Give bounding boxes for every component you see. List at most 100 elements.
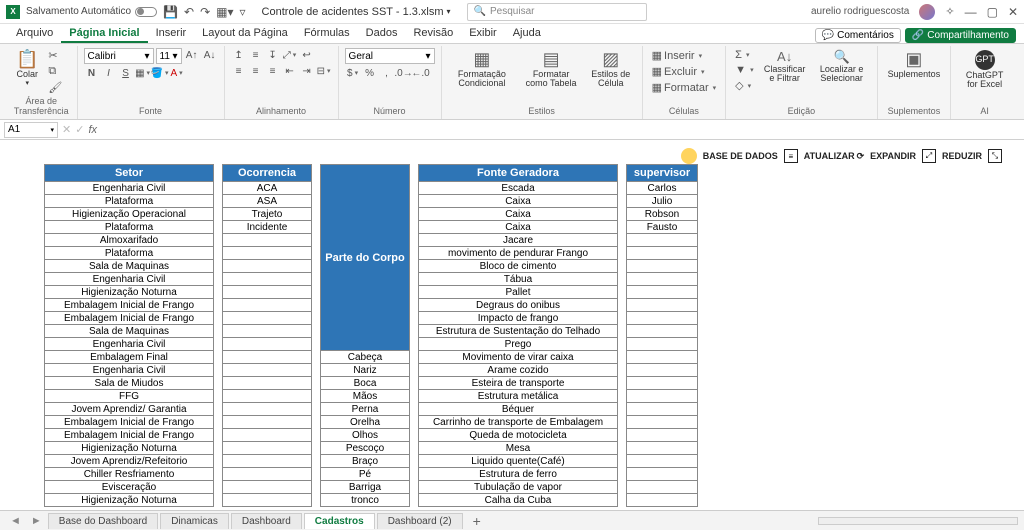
table-cell[interactable]: Plataforma	[45, 221, 214, 234]
file-name[interactable]: Controle de acidentes SST - 1.3.xlsm▾	[262, 6, 451, 18]
table-cell[interactable]: Carlos	[627, 182, 698, 195]
table-cell[interactable]: Caixa	[419, 221, 618, 234]
table-cell[interactable]: tronco	[321, 494, 410, 507]
table-cell[interactable]: Jovem Aprendiz/ Garantia	[45, 403, 214, 416]
table-cell[interactable]	[627, 286, 698, 299]
table-cell[interactable]: Incidente	[223, 221, 312, 234]
indent-dec-icon[interactable]: ⇤	[282, 64, 298, 78]
table-cell[interactable]: Estrutura de Sustentação do Telhado	[419, 325, 618, 338]
table-cell[interactable]	[223, 429, 312, 442]
table-cell[interactable]: Pé	[321, 468, 410, 481]
table-cell[interactable]	[627, 403, 698, 416]
currency-icon[interactable]: $	[345, 66, 361, 80]
table-cell[interactable]	[223, 494, 312, 507]
format-painter-icon[interactable]: 🖌	[45, 80, 65, 95]
wrap-text-icon[interactable]: ↩	[299, 48, 315, 62]
number-format-select[interactable]: Geral▾	[345, 48, 435, 64]
align-center-icon[interactable]: ≡	[248, 64, 264, 78]
table-cell[interactable]: Mãos	[321, 390, 410, 403]
table-cell[interactable]	[627, 273, 698, 286]
delete-cells-button[interactable]: ▦ Excluir	[649, 64, 720, 79]
bold-icon[interactable]: N	[84, 66, 100, 80]
ribbon-tab-arquivo[interactable]: Arquivo	[8, 25, 61, 43]
table-cell[interactable]: Estrutura de ferro	[419, 468, 618, 481]
redo-icon[interactable]: ↷	[200, 5, 210, 19]
ribbon-tab-dados[interactable]: Dados	[358, 25, 406, 43]
table-cell[interactable]: Embalagem Inicial de Frango	[45, 416, 214, 429]
table-cell[interactable]: Higienização Operacional	[45, 208, 214, 221]
comments-button[interactable]: 💬 Comentários	[815, 28, 901, 43]
table-cell[interactable]: Sala de Miudos	[45, 377, 214, 390]
border-icon[interactable]: ▦	[135, 66, 151, 80]
ribbon-tab-inserir[interactable]: Inserir	[148, 25, 195, 43]
table-cell[interactable]	[627, 494, 698, 507]
toggle-switch[interactable]	[135, 7, 157, 17]
horizontal-scrollbar[interactable]	[818, 517, 1018, 525]
addins-button[interactable]: ▣Suplementos	[884, 48, 945, 81]
table-cell[interactable]: Robson	[627, 208, 698, 221]
table-cell[interactable]: Pallet	[419, 286, 618, 299]
table-cell[interactable]	[627, 260, 698, 273]
table-cell[interactable]	[223, 299, 312, 312]
table-cell[interactable]: Tubulação de vapor	[419, 481, 618, 494]
font-size-select[interactable]: 11▾	[156, 48, 182, 64]
table-cell[interactable]	[627, 481, 698, 494]
expandir-icon[interactable]: ⤢	[922, 149, 936, 163]
table-cell[interactable]	[223, 364, 312, 377]
table-cell[interactable]: Escada	[419, 182, 618, 195]
table-cell[interactable]: Plataforma	[45, 247, 214, 260]
table-cell[interactable]: Engenharia Civil	[45, 273, 214, 286]
table-cell[interactable]: Sala de Maquinas	[45, 325, 214, 338]
close-icon[interactable]: ✕	[1008, 5, 1018, 19]
fill-icon[interactable]: ▼	[732, 63, 756, 77]
table-cell[interactable]: Fausto	[627, 221, 698, 234]
table-cell[interactable]	[223, 442, 312, 455]
font-color-icon[interactable]: A	[169, 66, 185, 80]
underline-icon[interactable]: S	[118, 66, 134, 80]
table-cell[interactable]	[223, 312, 312, 325]
table-cell[interactable]: Chiller Resfriamento	[45, 468, 214, 481]
table-cell[interactable]: Estrutura metálica	[419, 390, 618, 403]
autosum-icon[interactable]: Σ	[732, 48, 756, 62]
enter-formula-icon[interactable]: ✓	[75, 123, 84, 136]
sort-filter-button[interactable]: A↓Classificar e Filtrar	[760, 48, 810, 86]
find-select-button[interactable]: 🔍Localizar e Selecionar	[813, 48, 871, 86]
table-cell[interactable]: Perna	[321, 403, 410, 416]
table-cell[interactable]	[627, 312, 698, 325]
paste-button[interactable]: 📋Colar▾	[12, 48, 42, 90]
avatar[interactable]	[919, 4, 935, 20]
chatgpt-button[interactable]: GPTChatGPT for Excel	[957, 48, 1012, 92]
cut-icon[interactable]: ✂	[45, 48, 65, 63]
base-de-dados-icon[interactable]	[681, 148, 697, 164]
table-cell[interactable]: Embalagem Final	[45, 351, 214, 364]
table-cell[interactable]: Almoxarifado	[45, 234, 214, 247]
table-cell[interactable]	[627, 390, 698, 403]
table-cell[interactable]	[223, 351, 312, 364]
search-box[interactable]: 🔍 Pesquisar	[467, 3, 647, 21]
table-cell[interactable]: Mesa	[419, 442, 618, 455]
cancel-formula-icon[interactable]: ✕	[62, 123, 71, 136]
table-cell[interactable]: Calha da Cuba	[419, 494, 618, 507]
table-cell[interactable]	[627, 338, 698, 351]
table-cell[interactable]: Pescoço	[321, 442, 410, 455]
sheet-nav-next-icon[interactable]: ►	[27, 515, 46, 527]
comma-icon[interactable]: ,	[379, 66, 395, 80]
sheet-tab-base-do-dashboard[interactable]: Base do Dashboard	[48, 513, 158, 529]
table-cell[interactable]: Embalagem Inicial de Frango	[45, 429, 214, 442]
formula-input[interactable]	[101, 122, 1020, 138]
table-cell[interactable]: Julio	[627, 195, 698, 208]
table-cell[interactable]: Higienização Noturna	[45, 286, 214, 299]
table-cell[interactable]: Nariz	[321, 364, 410, 377]
table-cell[interactable]	[627, 455, 698, 468]
table-cell[interactable]: Impacto de frango	[419, 312, 618, 325]
table-cell[interactable]	[627, 247, 698, 260]
qat-more-icon[interactable]: ▦▾	[216, 5, 233, 19]
atualizar-icon[interactable]: ≡	[784, 149, 798, 163]
table-cell[interactable]	[627, 416, 698, 429]
maximize-icon[interactable]: ▢	[987, 5, 998, 19]
format-as-table-button[interactable]: ▤Formatar como Tabela	[519, 48, 583, 91]
inc-decimal-icon[interactable]: .0→	[396, 66, 412, 80]
table-cell[interactable]: Engenharia Civil	[45, 364, 214, 377]
table-cell[interactable]	[223, 468, 312, 481]
table-cell[interactable]: Boca	[321, 377, 410, 390]
